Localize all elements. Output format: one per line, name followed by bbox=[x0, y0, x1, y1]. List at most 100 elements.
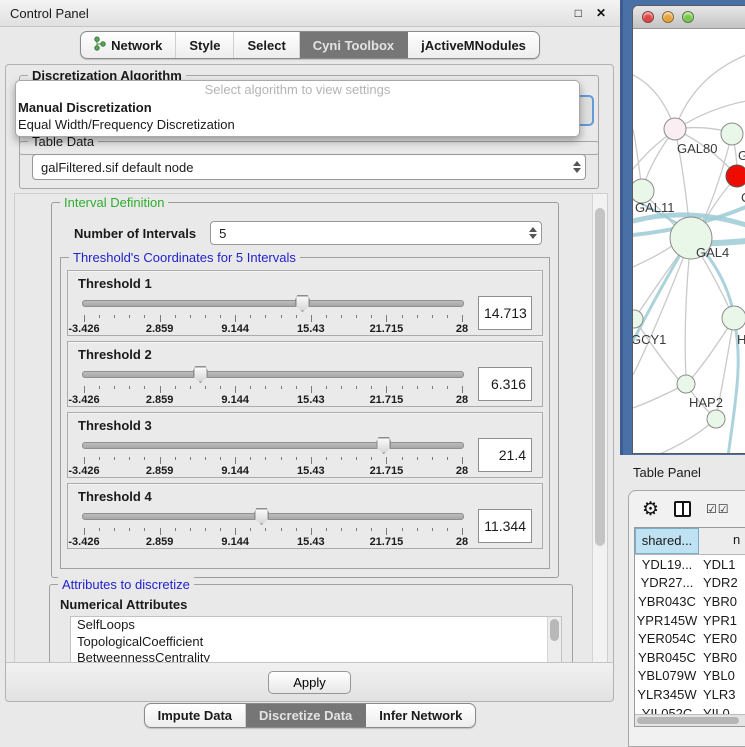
apply-button[interactable]: Apply bbox=[268, 671, 351, 694]
slider-handle[interactable] bbox=[193, 366, 208, 383]
number-of-intervals-combobox[interactable]: 5 bbox=[210, 221, 542, 245]
tab-network[interactable]: Network bbox=[81, 32, 176, 58]
tick-mark bbox=[265, 457, 266, 460]
scrollbar-thumb[interactable] bbox=[637, 717, 739, 724]
table-toolbar: ⚙ ☑☑ bbox=[629, 491, 745, 527]
tick-label: 9.144 bbox=[221, 394, 249, 406]
network-edge[interactable] bbox=[675, 55, 745, 129]
scrollbar-thumb[interactable] bbox=[550, 619, 559, 641]
tab-discretize-data[interactable]: Discretize Data bbox=[246, 704, 366, 727]
threshold-slider[interactable]: -3.4262.8599.14415.4321.71528 bbox=[82, 365, 464, 405]
tick-mark bbox=[144, 386, 145, 389]
table-row[interactable]: YBL079WYBL0 bbox=[635, 667, 745, 686]
control-panel: Control Panel □ ✕ NetworkStyleSelectCyni… bbox=[0, 0, 620, 745]
threshold-value-field[interactable]: 6.316 bbox=[478, 367, 532, 401]
tab-infer-network[interactable]: Infer Network bbox=[366, 704, 475, 727]
gear-icon[interactable]: ⚙ bbox=[642, 500, 659, 519]
threshold-row: -3.4262.8599.14415.4321.71528 11.344 bbox=[68, 504, 542, 547]
screen: { "colors": { "blue_panel": "#4a70a8", "… bbox=[0, 0, 745, 745]
network-node-green[interactable] bbox=[677, 375, 695, 393]
close-traffic-light-icon[interactable] bbox=[642, 11, 654, 23]
network-node-label: C bbox=[741, 190, 745, 205]
tick-mark bbox=[220, 457, 221, 460]
tick-mark bbox=[356, 315, 357, 318]
network-edge[interactable] bbox=[633, 245, 673, 267]
table-row[interactable]: YDR27...YDR2 bbox=[635, 574, 745, 593]
threshold-slider[interactable]: -3.4262.8599.14415.4321.71528 bbox=[82, 507, 464, 547]
tick-mark bbox=[447, 528, 448, 531]
tab-cyni-toolbox[interactable]: Cyni Toolbox bbox=[300, 32, 408, 58]
tick-mark bbox=[190, 315, 191, 318]
threshold-row: -3.4262.8599.14415.4321.71528 14.713 bbox=[68, 291, 542, 334]
tick-mark bbox=[296, 457, 297, 460]
table-row[interactable]: YBR045CYBR0 bbox=[635, 648, 745, 667]
tab-impute-data[interactable]: Impute Data bbox=[145, 704, 246, 727]
table-row[interactable]: YIL052CYIL0 bbox=[635, 704, 745, 714]
tab-jactivemnodules[interactable]: jActiveMNodules bbox=[408, 32, 539, 58]
table-header-row: shared...n bbox=[635, 528, 745, 555]
cell-shared-name: YER054C bbox=[635, 631, 699, 646]
table-row[interactable]: YPR145WYPR1 bbox=[635, 611, 745, 630]
slider-tick-labels: -3.4262.8599.14415.4321.71528 bbox=[84, 465, 462, 477]
network-edge[interactable] bbox=[636, 321, 680, 381]
network-node-green[interactable] bbox=[722, 306, 745, 330]
tick-mark bbox=[205, 386, 206, 389]
network-edge[interactable] bbox=[633, 238, 691, 375]
threshold-value-field[interactable]: 14.713 bbox=[478, 296, 532, 330]
network-node-label: GAL4 bbox=[696, 245, 729, 260]
threshold-value-field[interactable]: 21.4 bbox=[478, 438, 532, 472]
tab-select[interactable]: Select bbox=[234, 32, 299, 58]
network-view-window: GAL80GACGAL11GAL4GCY1HHAP2 bbox=[632, 5, 745, 454]
number-of-intervals-label: Number of Intervals bbox=[74, 226, 196, 241]
table-panel-title: Table Panel bbox=[633, 465, 701, 480]
threshold-slider[interactable]: -3.4262.8599.14415.4321.71528 bbox=[82, 436, 464, 476]
algorithm-option-equal-width-frequency-discretization[interactable]: Equal Width/Frequency Discretization bbox=[16, 116, 579, 133]
tick-mark bbox=[84, 457, 85, 464]
tick-label: 28 bbox=[456, 536, 468, 548]
threshold-slider[interactable]: -3.4262.8599.14415.4321.71528 bbox=[82, 294, 464, 334]
threshold-value-field[interactable]: 11.344 bbox=[478, 509, 532, 543]
algorithm-option-manual-discretization[interactable]: Manual Discretization bbox=[16, 99, 579, 116]
tick-mark bbox=[432, 386, 433, 389]
tick-label: 28 bbox=[456, 465, 468, 477]
threshold-panel: Threshold 3-3.4262.8599.14415.4321.71528… bbox=[67, 412, 543, 478]
network-desktop-background: GAL80GACGAL11GAL4GCY1HHAP2 bbox=[620, 0, 745, 455]
close-icon[interactable]: ✕ bbox=[596, 6, 606, 20]
slider-handle[interactable] bbox=[254, 508, 269, 525]
column-header-shared[interactable]: shared... bbox=[635, 528, 699, 554]
attribute-item-topologicalcoefficient[interactable]: TopologicalCoefficient bbox=[71, 634, 561, 651]
float-icon[interactable]: □ bbox=[575, 6, 582, 20]
table-row[interactable]: YLR345WYLR3 bbox=[635, 685, 745, 704]
attribute-item-selfloops[interactable]: SelfLoops bbox=[71, 617, 561, 634]
tick-mark bbox=[462, 386, 463, 393]
tab-label: jActiveMNodules bbox=[421, 38, 526, 53]
network-node-green[interactable] bbox=[721, 123, 743, 145]
network-canvas[interactable]: GAL80GACGAL11GAL4GCY1HHAP2 bbox=[633, 29, 745, 453]
network-node-red[interactable] bbox=[726, 165, 745, 187]
checkbox-icons[interactable]: ☑☑ bbox=[706, 502, 730, 516]
column-header-n[interactable]: n bbox=[699, 528, 745, 554]
minimize-traffic-light-icon[interactable] bbox=[662, 11, 674, 23]
network-node-green[interactable] bbox=[707, 410, 725, 428]
tick-mark bbox=[250, 528, 251, 531]
network-edge[interactable] bbox=[655, 419, 716, 453]
tick-mark bbox=[402, 528, 403, 531]
table-data-combobox[interactable]: galFiltered.sif default node bbox=[32, 154, 586, 180]
threshold-label: Threshold 1 bbox=[68, 271, 542, 291]
network-node-label: HAP2 bbox=[689, 395, 723, 410]
slider-handle[interactable] bbox=[376, 437, 391, 454]
tick-mark bbox=[311, 315, 312, 322]
network-edge-highlighted[interactable] bbox=[633, 243, 687, 341]
network-node-pink[interactable] bbox=[664, 118, 686, 140]
scrollbar-thumb[interactable] bbox=[595, 208, 605, 546]
table-row[interactable]: YER054CYER0 bbox=[635, 629, 745, 648]
slider-handle[interactable] bbox=[295, 295, 310, 312]
top-tabbar: NetworkStyleSelectCyni Toolbox jActiveMNo… bbox=[0, 27, 620, 63]
table-row[interactable]: YDL19...YDL1 bbox=[635, 555, 745, 574]
split-view-icon[interactable] bbox=[674, 501, 691, 517]
cell-shared-name: YBR045C bbox=[635, 650, 699, 665]
zoom-traffic-light-icon[interactable] bbox=[682, 11, 694, 23]
table-row[interactable]: YBR043CYBR0 bbox=[635, 592, 745, 611]
tab-style[interactable]: Style bbox=[176, 32, 234, 58]
threshold-panel: Threshold 4-3.4262.8599.14415.4321.71528… bbox=[67, 483, 543, 549]
